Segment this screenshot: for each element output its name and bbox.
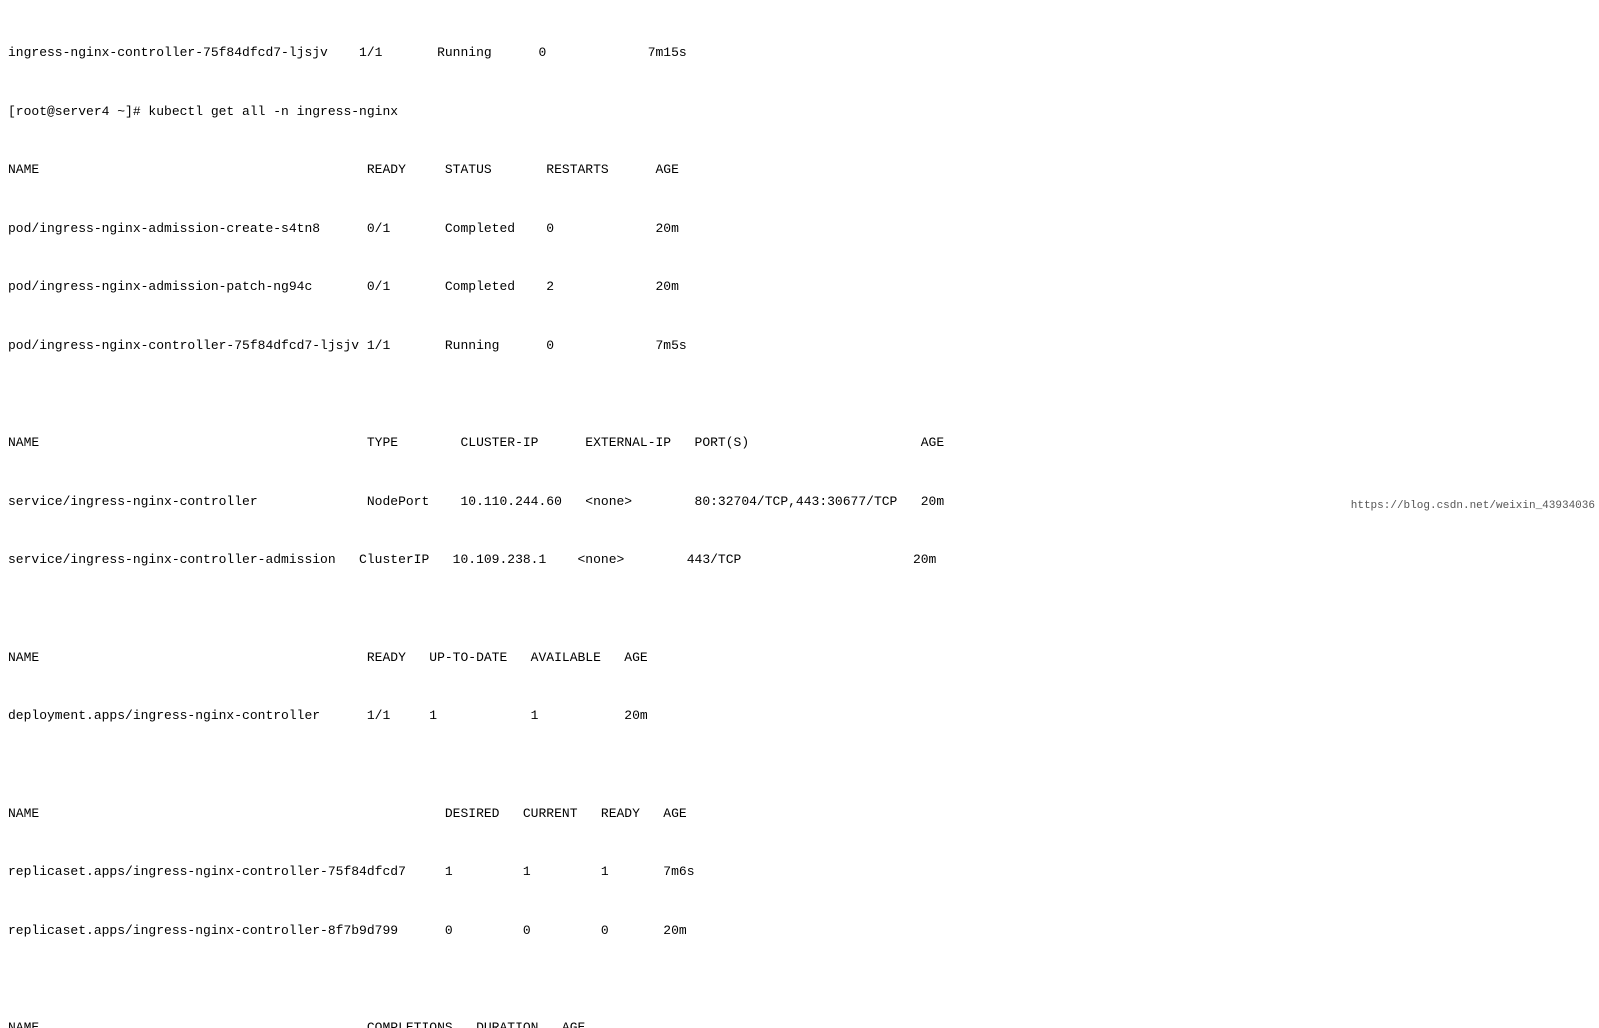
terminal-line-6: pod/ingress-nginx-controller-75f84dfcd7-… xyxy=(8,336,1591,356)
terminal-line-1: ingress-nginx-controller-75f84dfcd7-ljsj… xyxy=(8,43,1591,63)
terminal-line-10: service/ingress-nginx-controller-admissi… xyxy=(8,550,1591,570)
terminal-line-5: pod/ingress-nginx-admission-patch-ng94c … xyxy=(8,277,1591,297)
url-bar: https://blog.csdn.net/weixin_43934036 xyxy=(1347,498,1599,514)
terminal-line-8: NAME TYPE CLUSTER-IP EXTERNAL-IP PORT(S)… xyxy=(8,433,1591,453)
terminal-line-13: deployment.apps/ingress-nginx-controller… xyxy=(8,706,1591,726)
terminal-line-16: replicaset.apps/ingress-nginx-controller… xyxy=(8,862,1591,882)
terminal-line-12: NAME READY UP-TO-DATE AVAILABLE AGE xyxy=(8,648,1591,668)
terminal-line-2: [root@server4 ~]# kubectl get all -n ing… xyxy=(8,102,1591,122)
terminal-line-17: replicaset.apps/ingress-nginx-controller… xyxy=(8,921,1591,941)
terminal-line-19: NAME COMPLETIONS DURATION AGE xyxy=(8,1018,1591,1028)
terminal-line-3: NAME READY STATUS RESTARTS AGE xyxy=(8,160,1591,180)
terminal-output: ingress-nginx-controller-75f84dfcd7-ljsj… xyxy=(0,0,1599,1028)
terminal-line-15: NAME DESIRED CURRENT READY AGE xyxy=(8,804,1591,824)
terminal-line-4: pod/ingress-nginx-admission-create-s4tn8… xyxy=(8,219,1591,239)
